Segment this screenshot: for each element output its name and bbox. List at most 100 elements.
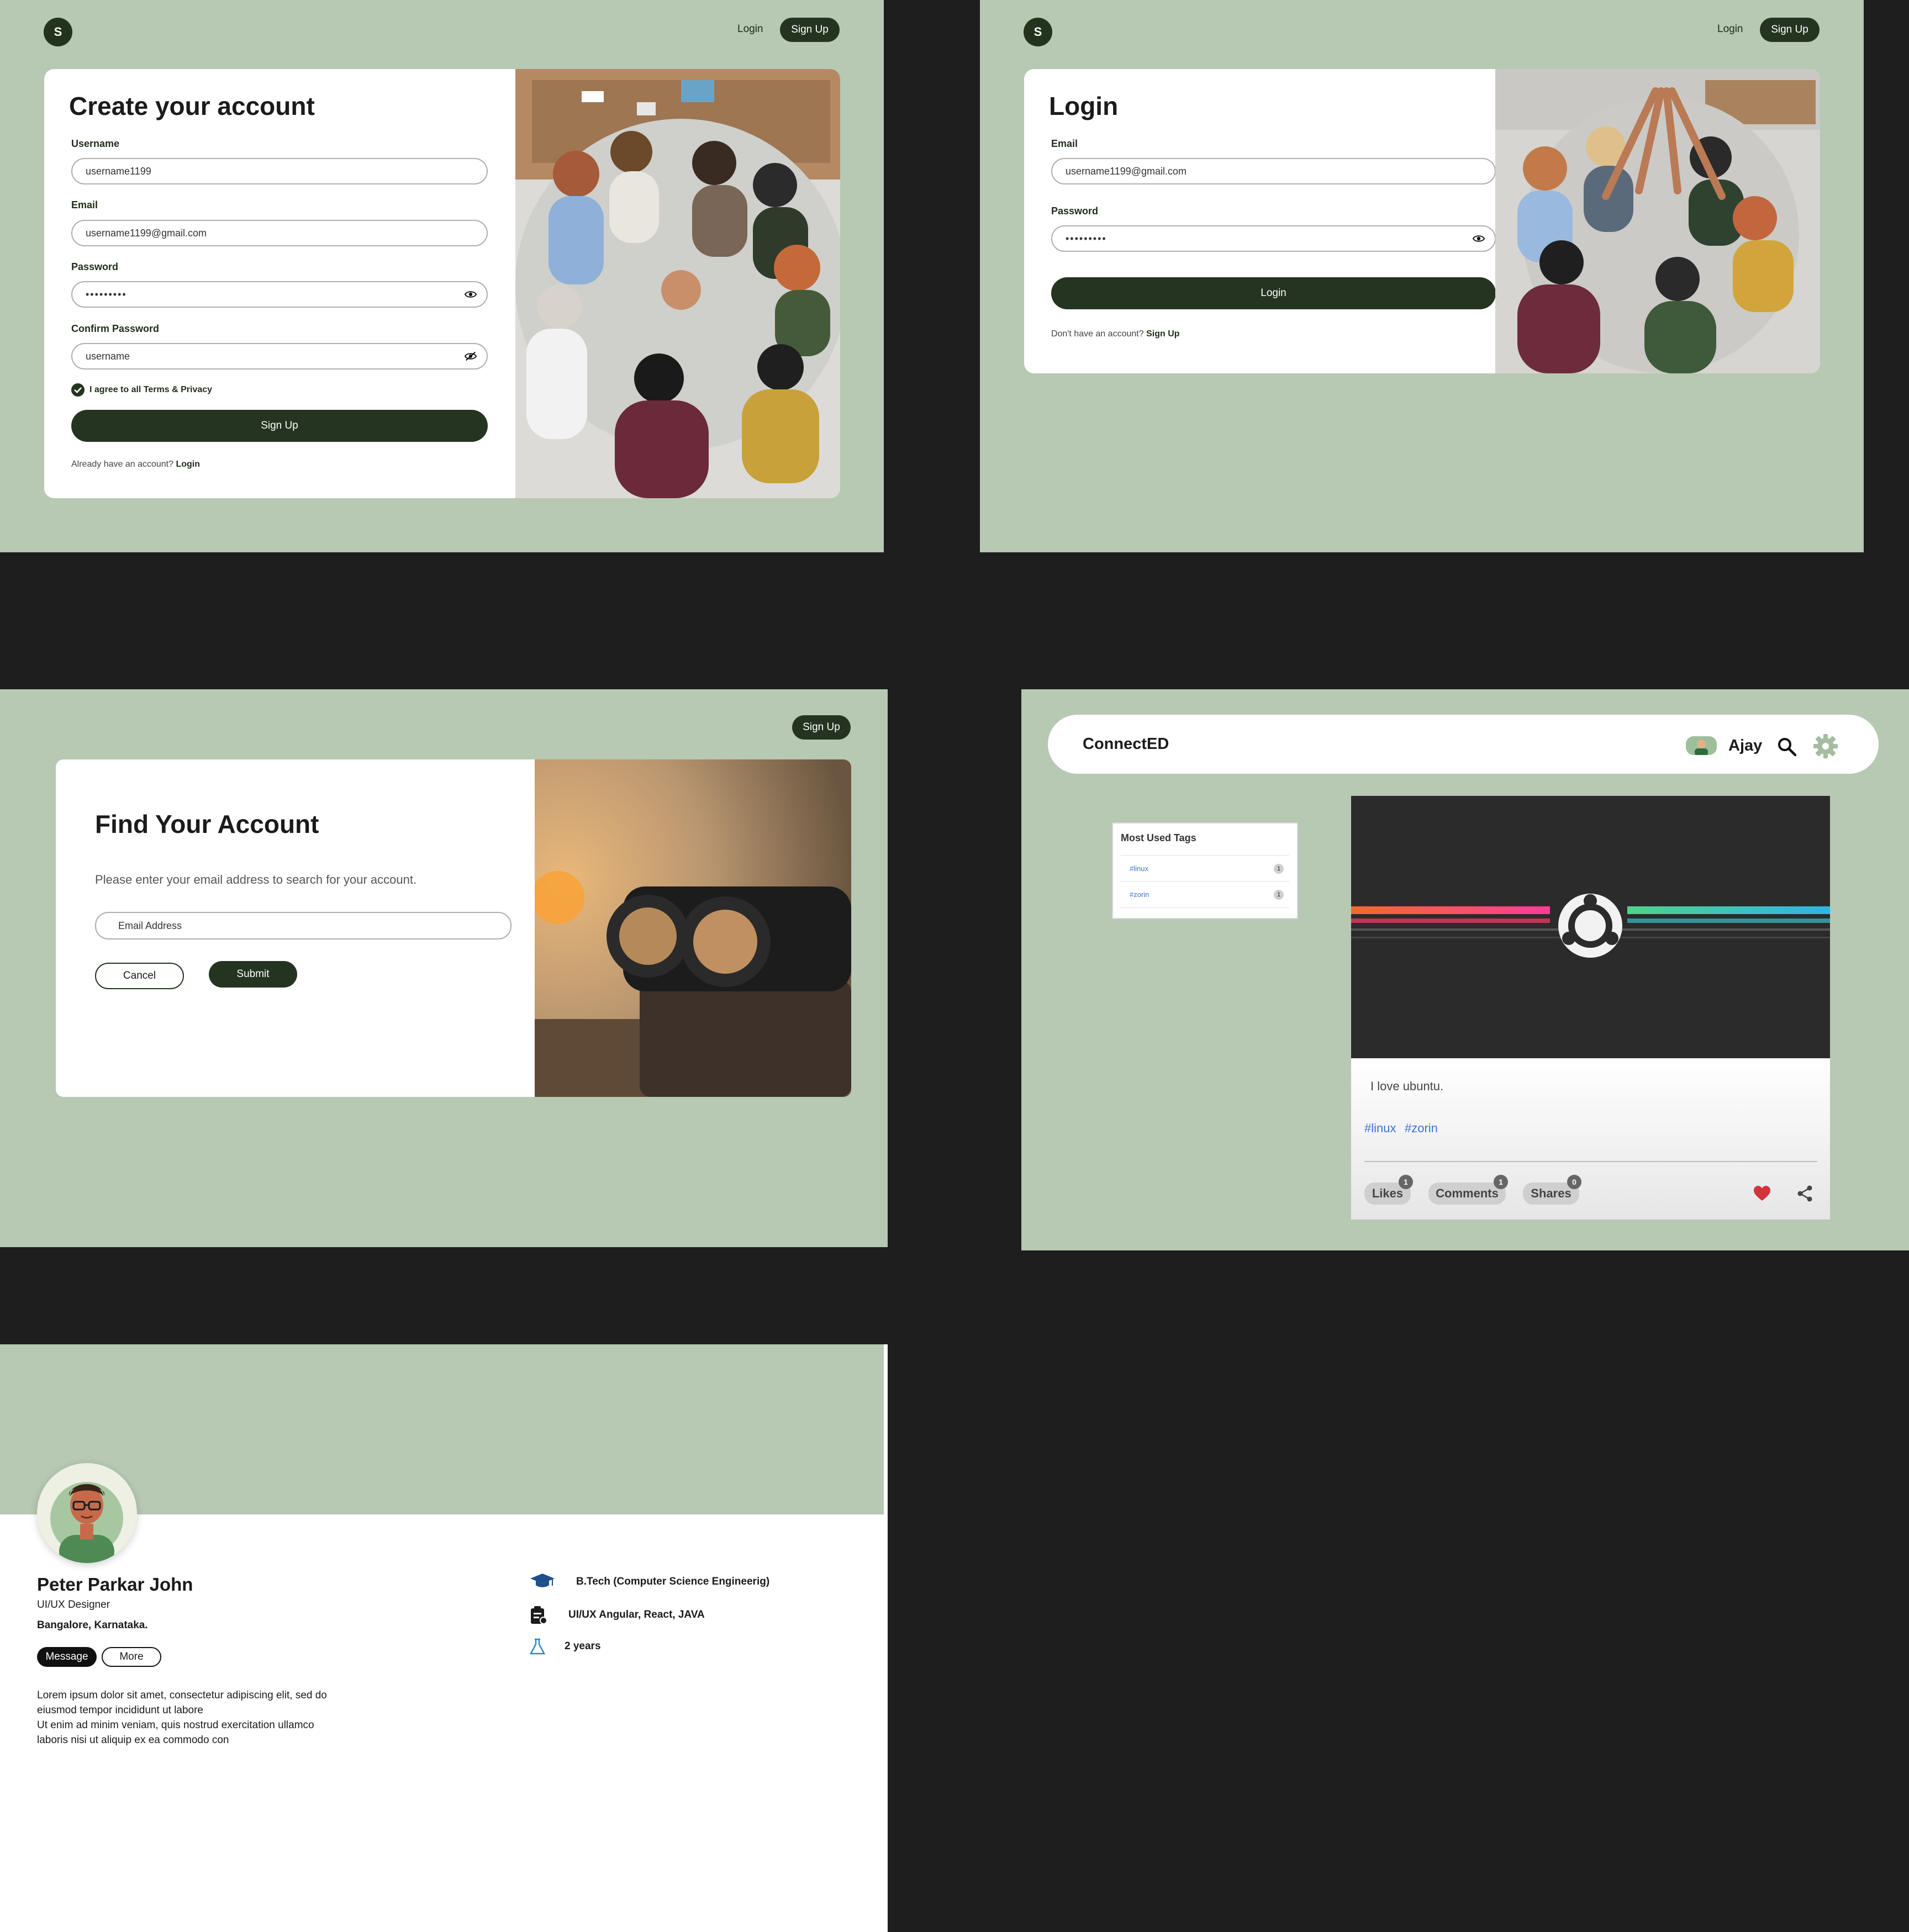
eye-icon[interactable] bbox=[1473, 233, 1485, 244]
confirm-password-value: username bbox=[86, 350, 130, 362]
briefcase-icon bbox=[531, 1606, 547, 1624]
cancel-label: Cancel bbox=[123, 970, 156, 981]
signup-screen: S Login Sign Up Create your account User… bbox=[0, 0, 884, 552]
likes-label: Likes bbox=[1372, 1186, 1404, 1200]
gear-icon[interactable] bbox=[1812, 733, 1839, 759]
email-label: Email bbox=[71, 199, 98, 210]
shares-button[interactable]: Shares 0 bbox=[1523, 1175, 1581, 1205]
binoculars-photo bbox=[535, 759, 851, 1097]
tag-count-badge: 1 bbox=[1274, 890, 1284, 900]
signup-submit-button[interactable]: Sign Up bbox=[71, 410, 488, 442]
password-value: ••••••••• bbox=[86, 288, 127, 300]
user-name[interactable]: Ajay bbox=[1728, 737, 1762, 755]
tag-row[interactable]: #linux 1 bbox=[1121, 855, 1289, 881]
post-tag[interactable]: #linux bbox=[1364, 1121, 1396, 1136]
bio-line: Ut enim ad minim veniam, quis nostrud ex… bbox=[37, 1719, 314, 1731]
feed-screen: ConnectED Ajay Most Used Tags #linux 1 #… bbox=[1021, 689, 1909, 1250]
search-icon[interactable] bbox=[1776, 736, 1798, 758]
comments-count-badge: 1 bbox=[1494, 1175, 1508, 1189]
login-submit-button[interactable]: Login bbox=[1051, 277, 1496, 309]
shares-label: Shares bbox=[1531, 1186, 1572, 1200]
submit-button[interactable]: Submit bbox=[209, 961, 297, 988]
more-label: More bbox=[119, 1651, 144, 1662]
login-screen: S Login Sign Up Login Email username1199… bbox=[980, 0, 1864, 552]
avatar-illustration bbox=[50, 1482, 123, 1563]
login-link[interactable]: Login bbox=[176, 460, 200, 469]
login-prompt: Already have an account? Login bbox=[71, 460, 200, 469]
password-field[interactable]: ••••••••• bbox=[1051, 225, 1496, 252]
divider bbox=[1364, 1161, 1817, 1162]
team-illustration bbox=[515, 69, 840, 498]
profile-location: Bangalore, Karnataka. bbox=[37, 1619, 148, 1631]
more-button[interactable]: More bbox=[102, 1647, 161, 1667]
page-title: Find Your Account bbox=[95, 810, 319, 838]
graduation-cap-icon bbox=[530, 1574, 555, 1587]
email-search-input[interactable]: Email Address bbox=[95, 912, 511, 939]
profile-screen: Peter Parkar John UI/UX Designer Bangalo… bbox=[0, 1344, 888, 1932]
profile-role: UI/UX Designer bbox=[37, 1599, 110, 1611]
eye-icon[interactable] bbox=[465, 289, 477, 300]
team-photo bbox=[515, 69, 840, 498]
post-tag[interactable]: #zorin bbox=[1405, 1121, 1438, 1136]
avatar[interactable] bbox=[1686, 736, 1717, 755]
signup-card: Create your account Username username119… bbox=[44, 69, 840, 498]
confirm-password-label: Confirm Password bbox=[71, 323, 160, 334]
login-prompt-text: Already have an account? bbox=[71, 460, 174, 469]
profile-banner bbox=[0, 1344, 884, 1514]
post-image[interactable] bbox=[1351, 796, 1830, 1058]
tag-row[interactable]: #zorin 1 bbox=[1121, 881, 1289, 908]
shares-count-badge: 0 bbox=[1567, 1175, 1581, 1189]
post-text: I love ubuntu. bbox=[1370, 1079, 1444, 1093]
nav-login-link[interactable]: Login bbox=[1717, 23, 1743, 35]
nav-signup-button[interactable]: Sign Up bbox=[780, 18, 840, 42]
email-field[interactable]: username1199@gmail.com bbox=[71, 220, 488, 246]
profile-name: Peter Parkar John bbox=[37, 1574, 193, 1595]
likes-count-badge: 1 bbox=[1399, 1175, 1413, 1189]
check-icon bbox=[74, 387, 82, 393]
brand-name[interactable]: ConnectED bbox=[1083, 735, 1169, 753]
eye-off-icon[interactable] bbox=[465, 351, 477, 362]
page-title: Create your account bbox=[69, 92, 315, 120]
password-value: ••••••••• bbox=[1066, 233, 1107, 244]
education-text: B.Tech (Computer Science Engineerig) bbox=[576, 1576, 770, 1587]
email-field[interactable]: username1199@gmail.com bbox=[1051, 158, 1496, 184]
comments-label: Comments bbox=[1436, 1186, 1499, 1200]
password-field[interactable]: ••••••••• bbox=[71, 281, 488, 308]
ubuntu-logo-image bbox=[1351, 894, 1830, 958]
heart-icon[interactable] bbox=[1753, 1185, 1771, 1202]
username-label: Username bbox=[71, 138, 120, 149]
nav-signup-button[interactable]: Sign Up bbox=[1760, 18, 1820, 42]
top-navbar: ConnectED Ajay bbox=[1048, 715, 1879, 774]
username-field[interactable]: username1199 bbox=[71, 158, 488, 184]
tag-name: #zorin bbox=[1130, 890, 1149, 899]
app-logo[interactable]: S bbox=[1024, 18, 1052, 46]
comments-button[interactable]: Comments 1 bbox=[1428, 1175, 1508, 1205]
likes-button[interactable]: Likes 1 bbox=[1364, 1175, 1413, 1205]
login-card: Login Email username1199@gmail.com Passw… bbox=[1024, 69, 1820, 373]
email-value: username1199@gmail.com bbox=[1066, 165, 1187, 177]
tag-name: #linux bbox=[1130, 864, 1148, 873]
find-account-screen: Sign Up Find Your Account Please enter y… bbox=[0, 689, 888, 1247]
team-photo bbox=[1495, 69, 1820, 373]
experience-text: 2 years bbox=[565, 1640, 601, 1652]
confirm-password-field[interactable]: username bbox=[71, 343, 488, 369]
password-label: Password bbox=[1051, 205, 1099, 217]
terms-label[interactable]: I agree to all Terms & Privacy bbox=[89, 385, 212, 395]
team-illustration bbox=[1495, 69, 1820, 373]
message-button[interactable]: Message bbox=[37, 1647, 97, 1667]
app-logo[interactable]: S bbox=[44, 18, 72, 46]
bio-line: eiusmod tempor incididunt ut labore bbox=[37, 1704, 204, 1716]
share-icon[interactable] bbox=[1796, 1185, 1814, 1202]
signup-prompt-text: Don't have an account? bbox=[1051, 329, 1144, 339]
nav-login-link[interactable]: Login bbox=[737, 23, 763, 35]
avatar[interactable] bbox=[37, 1463, 137, 1563]
email-placeholder: Email Address bbox=[118, 920, 182, 931]
signup-link[interactable]: Sign Up bbox=[1146, 329, 1179, 339]
post-body: I love ubuntu. #linux #zorin Likes 1 Com… bbox=[1351, 1058, 1830, 1220]
flask-icon bbox=[529, 1638, 546, 1655]
find-account-card: Find Your Account Please enter your emai… bbox=[56, 759, 851, 1097]
terms-checkbox[interactable] bbox=[71, 383, 85, 397]
cancel-button[interactable]: Cancel bbox=[95, 963, 184, 989]
nav-signup-button[interactable]: Sign Up bbox=[792, 715, 851, 740]
tag-count-badge: 1 bbox=[1274, 864, 1284, 874]
